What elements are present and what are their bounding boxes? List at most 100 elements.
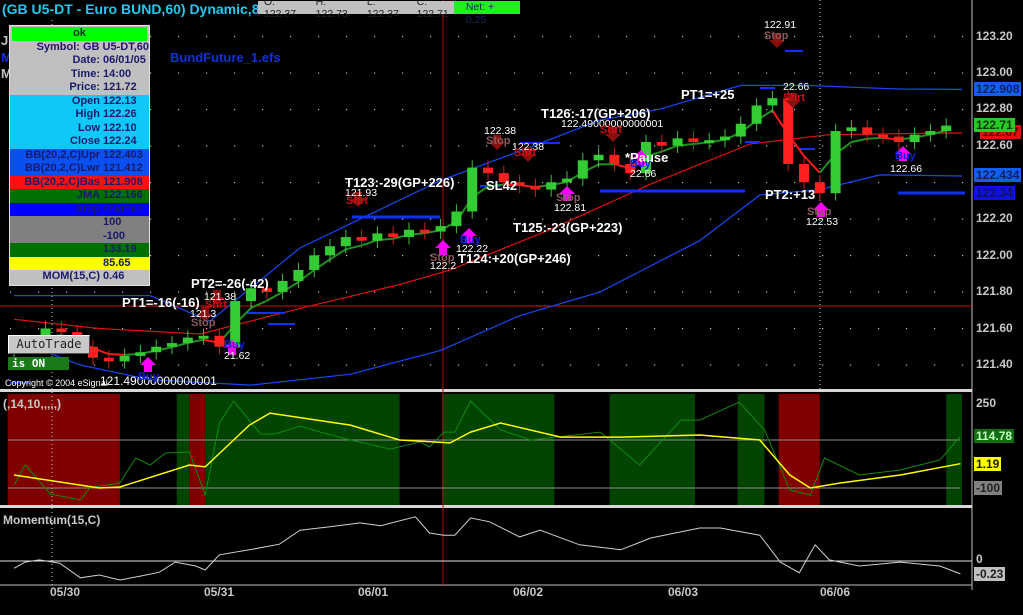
- jma-segment: [867, 136, 884, 140]
- signal-short: Shrt: [346, 195, 368, 207]
- data-window-row: BB(20,2,C)Bas 121.908: [10, 175, 149, 189]
- candle-body: [451, 211, 462, 227]
- data-window-label: High: [75, 108, 100, 120]
- data-window-label: Low: [78, 121, 100, 134]
- y-tick: 122.20: [976, 211, 1013, 225]
- momentum-tick: 0: [976, 552, 983, 566]
- panel-separator[interactable]: [0, 505, 972, 508]
- data-window-row: Date: 06/01/05: [10, 54, 149, 68]
- bb-lower-label: 122.434: [974, 168, 1022, 182]
- bb-upper-label: 122.908: [974, 82, 1022, 96]
- data-window-label: Date:: [72, 54, 100, 66]
- data-window-row: 133.19: [10, 243, 149, 257]
- data-window-label: [10, 230, 103, 244]
- annotation: PT1=+25: [681, 87, 735, 102]
- data-window-row: BB(20,2,C)Upr 122.403: [10, 148, 149, 162]
- data-window-value: 122.13: [103, 94, 137, 107]
- candle-body: [356, 237, 367, 241]
- price-note: 21.62: [224, 350, 250, 362]
- study-label-fragment: J: [1, 33, 9, 48]
- candle-body: [198, 335, 209, 339]
- candle-body: [293, 269, 304, 281]
- y-tick: 122.00: [976, 248, 1013, 262]
- candle-body: [577, 160, 588, 179]
- candle-body: [167, 343, 177, 347]
- data-window-value: 0.46: [103, 270, 125, 282]
- data-window-label: BB(20,2,C)Upr: [25, 148, 100, 161]
- autotrade-status: is ON: [8, 357, 69, 370]
- data-window-value: 85.65: [103, 256, 131, 269]
- data-window-row: -100: [10, 229, 149, 244]
- last-price-label: 122.71: [974, 118, 1015, 132]
- y-tick: 122.60: [976, 138, 1013, 152]
- candle-body: [893, 136, 904, 143]
- high-value: H: 122.73: [315, 0, 348, 20]
- low-value: L: 122.37: [366, 0, 399, 20]
- y-tick: 123.00: [976, 65, 1013, 79]
- signal-buy: Buy: [630, 158, 652, 170]
- candle-body: [909, 134, 920, 143]
- panel-separator[interactable]: [0, 389, 972, 392]
- candle-body: [182, 337, 193, 344]
- ohlc-readout: O: 122.37 H: 122.73 L: 122.37 C: 122.71 …: [258, 0, 520, 26]
- signal-stop: Stop: [486, 135, 511, 147]
- signal-short: Shrt: [205, 299, 227, 311]
- efs-study-label[interactable]: BundFuture_1.efs: [170, 50, 281, 65]
- candle-body: [767, 98, 778, 106]
- data-window-row: Time: 14:00: [10, 67, 149, 81]
- data-window-value: 100: [103, 216, 122, 228]
- data-window-label: Stop: [75, 202, 100, 215]
- data-window-value: 121.412: [103, 162, 143, 174]
- data-window-label: BB(20,2,C)Bas: [24, 175, 100, 188]
- data-window-row: Price: 121.72: [10, 81, 149, 95]
- data-window-value: 133.19: [103, 243, 137, 255]
- x-tick: 06/02: [513, 585, 544, 599]
- data-window-label: [10, 257, 103, 271]
- data-window-value: 06/01/05: [103, 54, 146, 66]
- momentum-line: [13, 516, 961, 581]
- candle-body: [562, 178, 572, 183]
- signal-buy: Buy: [138, 371, 160, 383]
- data-window-value: GB U5-DT,60: [82, 40, 149, 53]
- candle-body: [862, 127, 873, 135]
- candle-body: [925, 131, 936, 135]
- candle-body: [656, 142, 667, 146]
- momentum-value-label: -0.23: [974, 567, 1006, 581]
- data-window-row: Close 122.24: [10, 135, 149, 149]
- signal-stop: Stop: [556, 192, 581, 204]
- y-tick: 121.60: [976, 321, 1013, 335]
- data-window-label: BB(20,2,C)Lwr: [24, 162, 100, 174]
- data-window-label: JMA: [76, 189, 100, 201]
- data-window-label: Open: [71, 94, 100, 107]
- signal-stop: Stop: [807, 206, 832, 218]
- data-window-row: Low 122.10: [10, 121, 149, 135]
- candle-body: [799, 163, 809, 183]
- candle-body: [340, 237, 351, 247]
- data-window-value: 121.908: [103, 175, 143, 188]
- autotrade-button[interactable]: AutoTrade: [8, 335, 90, 354]
- signal-buy: Buy: [460, 234, 482, 246]
- data-window[interactable]: ok Symbol: GB U5-DT,60 Date: 06/01/05 Time: 1…: [9, 25, 150, 286]
- chart-canvas[interactable]: PT1=-16(-16) PT2=-26(-42) T123:-29(GP+22…: [0, 0, 1023, 615]
- candle-body: [372, 233, 383, 241]
- y-tick: 123.20: [976, 29, 1013, 43]
- candle-body: [704, 140, 715, 144]
- data-window-value: 122.403: [103, 148, 143, 161]
- data-window-value: 14:00: [103, 67, 132, 80]
- open-value: O: 122.37: [264, 0, 297, 20]
- oscillator-title: (,14,10,,,,,): [3, 397, 62, 411]
- data-window-label: MOM(15,C): [42, 270, 100, 282]
- candle-body: [546, 182, 557, 190]
- candle-body: [878, 134, 888, 138]
- candle-body: [941, 125, 952, 132]
- candle-body: [467, 167, 478, 212]
- stop-label: 122.34: [974, 186, 1015, 200]
- data-window-value: 122.26: [103, 108, 137, 120]
- y-tick: 121.40: [976, 357, 1013, 371]
- candle-body: [151, 346, 162, 353]
- net-change: Net: + 0.25: [453, 1, 520, 26]
- signal-buy: Buy: [224, 339, 246, 351]
- data-window-row: Open 122.13: [10, 94, 149, 108]
- candle-body: [609, 154, 620, 164]
- copyright: Copyright © 2004 eSignal: [5, 378, 108, 388]
